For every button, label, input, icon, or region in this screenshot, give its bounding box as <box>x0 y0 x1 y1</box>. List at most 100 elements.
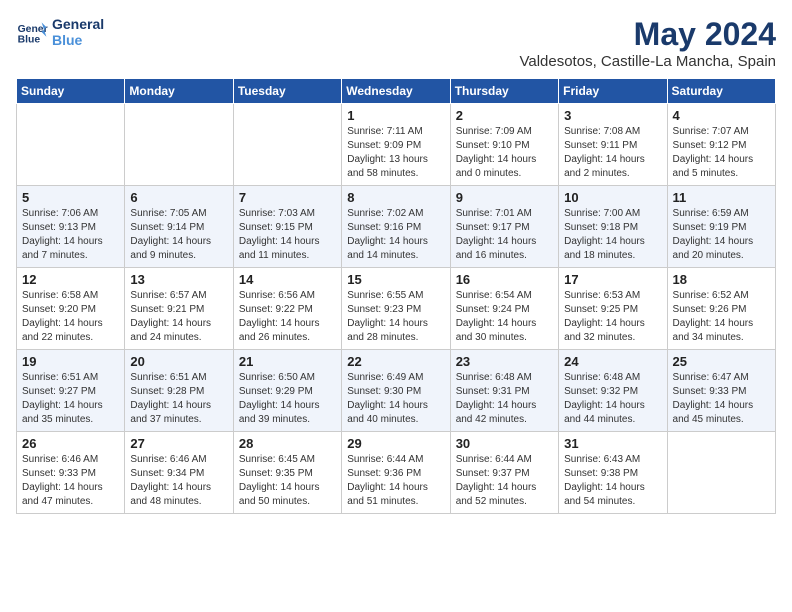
calendar-cell: 5Sunrise: 7:06 AMSunset: 9:13 PMDaylight… <box>17 186 125 268</box>
calendar-week-row: 26 Sunrise: 6:46 AMSunset: 9:33 PMDayligh… <box>17 432 776 514</box>
cell-info: Sunrise: 7:03 AMSunset: 9:15 PMDaylight:… <box>239 207 336 263</box>
month-title: May 2024 <box>519 16 776 53</box>
day-header-wednesday: Wednesday <box>342 79 450 104</box>
day-number: 24 <box>564 354 661 369</box>
day-header-monday: Monday <box>125 79 233 104</box>
calendar-cell: 23 Sunrise: 6:48 AMSunset: 9:31 PMDayligh… <box>450 350 558 432</box>
location-title: Valdesotos, Castille-La Mancha, Spain <box>519 53 776 70</box>
logo-line2: Blue <box>52 32 104 48</box>
calendar-cell: 28 Sunrise: 6:45 AMSunset: 9:35 PMDayligh… <box>233 432 341 514</box>
calendar-cell: 21 Sunrise: 6:50 AMSunset: 9:29 PMDayligh… <box>233 350 341 432</box>
calendar-cell: 2 Sunrise: 7:09 AMSunset: 9:10 PMDaylight… <box>450 104 558 186</box>
calendar-week-row: 19 Sunrise: 6:51 AMSunset: 9:27 PMDayligh… <box>17 350 776 432</box>
day-number: 25 <box>673 354 770 369</box>
calendar-cell: 14Sunrise: 6:56 AMSunset: 9:22 PMDayligh… <box>233 268 341 350</box>
day-number: 13 <box>130 272 227 287</box>
calendar-cell <box>233 104 341 186</box>
cell-info: Sunrise: 6:55 AMSunset: 9:23 PMDaylight:… <box>347 289 444 345</box>
day-number: 1 <box>347 108 444 123</box>
cell-info: Sunrise: 6:58 AMSunset: 9:20 PMDaylight:… <box>22 289 119 345</box>
cell-info: Sunrise: 6:46 AMSunset: 9:34 PMDaylight:… <box>130 453 227 509</box>
day-header-thursday: Thursday <box>450 79 558 104</box>
logo-line1: General <box>52 16 104 32</box>
calendar-cell: 24 Sunrise: 6:48 AMSunset: 9:32 PMDayligh… <box>559 350 667 432</box>
cell-info: Sunrise: 6:50 AMSunset: 9:29 PMDaylight:… <box>239 371 336 427</box>
cell-info: Sunrise: 6:49 AMSunset: 9:30 PMDaylight:… <box>347 371 444 427</box>
calendar-week-row: 1 Sunrise: 7:11 AMSunset: 9:09 PMDaylight… <box>17 104 776 186</box>
day-number: 16 <box>456 272 553 287</box>
day-number: 15 <box>347 272 444 287</box>
cell-info: Sunrise: 7:06 AMSunset: 9:13 PMDaylight:… <box>22 207 119 263</box>
day-number: 4 <box>673 108 770 123</box>
cell-info: Sunrise: 6:53 AMSunset: 9:25 PMDaylight:… <box>564 289 661 345</box>
calendar-cell: 15 Sunrise: 6:55 AMSunset: 9:23 PMDayligh… <box>342 268 450 350</box>
title-block: May 2024 Valdesotos, Castille-La Mancha,… <box>519 16 776 70</box>
day-number: 12 <box>22 272 119 287</box>
day-number: 10 <box>564 190 661 205</box>
calendar-cell: 16 Sunrise: 6:54 AMSunset: 9:24 PMDayligh… <box>450 268 558 350</box>
calendar-table: SundayMondayTuesdayWednesdayThursdayFrid… <box>16 78 776 514</box>
cell-info: Sunrise: 6:45 AMSunset: 9:35 PMDaylight:… <box>239 453 336 509</box>
day-header-friday: Friday <box>559 79 667 104</box>
cell-info: Sunrise: 7:11 AMSunset: 9:09 PMDaylight:… <box>347 125 444 181</box>
calendar-cell: 22 Sunrise: 6:49 AMSunset: 9:30 PMDayligh… <box>342 350 450 432</box>
day-number: 27 <box>130 436 227 451</box>
calendar-cell <box>125 104 233 186</box>
day-number: 2 <box>456 108 553 123</box>
calendar-week-row: 5Sunrise: 7:06 AMSunset: 9:13 PMDaylight… <box>17 186 776 268</box>
day-number: 26 <box>22 436 119 451</box>
day-header-saturday: Saturday <box>667 79 775 104</box>
cell-info: Sunrise: 6:51 AMSunset: 9:27 PMDaylight:… <box>22 371 119 427</box>
calendar-cell: 11Sunrise: 6:59 AMSunset: 9:19 PMDayligh… <box>667 186 775 268</box>
day-number: 9 <box>456 190 553 205</box>
cell-info: Sunrise: 6:48 AMSunset: 9:31 PMDaylight:… <box>456 371 553 427</box>
day-number: 31 <box>564 436 661 451</box>
cell-info: Sunrise: 6:43 AMSunset: 9:38 PMDaylight:… <box>564 453 661 509</box>
day-number: 19 <box>22 354 119 369</box>
day-number: 7 <box>239 190 336 205</box>
cell-info: Sunrise: 7:01 AMSunset: 9:17 PMDaylight:… <box>456 207 553 263</box>
day-number: 17 <box>564 272 661 287</box>
calendar-cell: 17 Sunrise: 6:53 AMSunset: 9:25 PMDayligh… <box>559 268 667 350</box>
day-number: 22 <box>347 354 444 369</box>
calendar-cell: 4 Sunrise: 7:07 AMSunset: 9:12 PMDaylight… <box>667 104 775 186</box>
cell-info: Sunrise: 6:46 AMSunset: 9:33 PMDaylight:… <box>22 453 119 509</box>
cell-info: Sunrise: 7:07 AMSunset: 9:12 PMDaylight:… <box>673 125 770 181</box>
calendar-cell: 12 Sunrise: 6:58 AMSunset: 9:20 PMDayligh… <box>17 268 125 350</box>
day-number: 21 <box>239 354 336 369</box>
calendar-cell: 9 Sunrise: 7:01 AMSunset: 9:17 PMDaylight… <box>450 186 558 268</box>
day-number: 6 <box>130 190 227 205</box>
cell-info: Sunrise: 6:54 AMSunset: 9:24 PMDaylight:… <box>456 289 553 345</box>
cell-info: Sunrise: 6:44 AMSunset: 9:37 PMDaylight:… <box>456 453 553 509</box>
logo: General Blue General Blue <box>16 16 104 48</box>
calendar-cell: 3Sunrise: 7:08 AMSunset: 9:11 PMDaylight… <box>559 104 667 186</box>
cell-info: Sunrise: 6:59 AMSunset: 9:19 PMDaylight:… <box>673 207 770 263</box>
cell-info: Sunrise: 7:05 AMSunset: 9:14 PMDaylight:… <box>130 207 227 263</box>
day-number: 3 <box>564 108 661 123</box>
logo-icon: General Blue <box>16 16 48 48</box>
cell-info: Sunrise: 6:56 AMSunset: 9:22 PMDaylight:… <box>239 289 336 345</box>
page-header: General Blue General Blue May 2024 Valde… <box>16 16 776 70</box>
calendar-header-row: SundayMondayTuesdayWednesdayThursdayFrid… <box>17 79 776 104</box>
calendar-cell: 8Sunrise: 7:02 AMSunset: 9:16 PMDaylight… <box>342 186 450 268</box>
calendar-cell: 30Sunrise: 6:44 AMSunset: 9:37 PMDayligh… <box>450 432 558 514</box>
calendar-cell: 10 Sunrise: 7:00 AMSunset: 9:18 PMDayligh… <box>559 186 667 268</box>
calendar-cell: 1 Sunrise: 7:11 AMSunset: 9:09 PMDaylight… <box>342 104 450 186</box>
calendar-cell: 25 Sunrise: 6:47 AMSunset: 9:33 PMDayligh… <box>667 350 775 432</box>
calendar-cell: 13Sunrise: 6:57 AMSunset: 9:21 PMDayligh… <box>125 268 233 350</box>
calendar-cell: 27 Sunrise: 6:46 AMSunset: 9:34 PMDayligh… <box>125 432 233 514</box>
calendar-cell: 6 Sunrise: 7:05 AMSunset: 9:14 PMDaylight… <box>125 186 233 268</box>
svg-text:Blue: Blue <box>18 34 41 45</box>
day-number: 23 <box>456 354 553 369</box>
calendar-cell: 20Sunrise: 6:51 AMSunset: 9:28 PMDayligh… <box>125 350 233 432</box>
cell-info: Sunrise: 7:00 AMSunset: 9:18 PMDaylight:… <box>564 207 661 263</box>
day-number: 28 <box>239 436 336 451</box>
cell-info: Sunrise: 6:47 AMSunset: 9:33 PMDaylight:… <box>673 371 770 427</box>
calendar-cell: 26 Sunrise: 6:46 AMSunset: 9:33 PMDayligh… <box>17 432 125 514</box>
calendar-cell: 7 Sunrise: 7:03 AMSunset: 9:15 PMDaylight… <box>233 186 341 268</box>
cell-info: Sunrise: 6:48 AMSunset: 9:32 PMDaylight:… <box>564 371 661 427</box>
cell-info: Sunrise: 6:44 AMSunset: 9:36 PMDaylight:… <box>347 453 444 509</box>
cell-info: Sunrise: 7:09 AMSunset: 9:10 PMDaylight:… <box>456 125 553 181</box>
calendar-cell: 19 Sunrise: 6:51 AMSunset: 9:27 PMDayligh… <box>17 350 125 432</box>
calendar-cell <box>667 432 775 514</box>
